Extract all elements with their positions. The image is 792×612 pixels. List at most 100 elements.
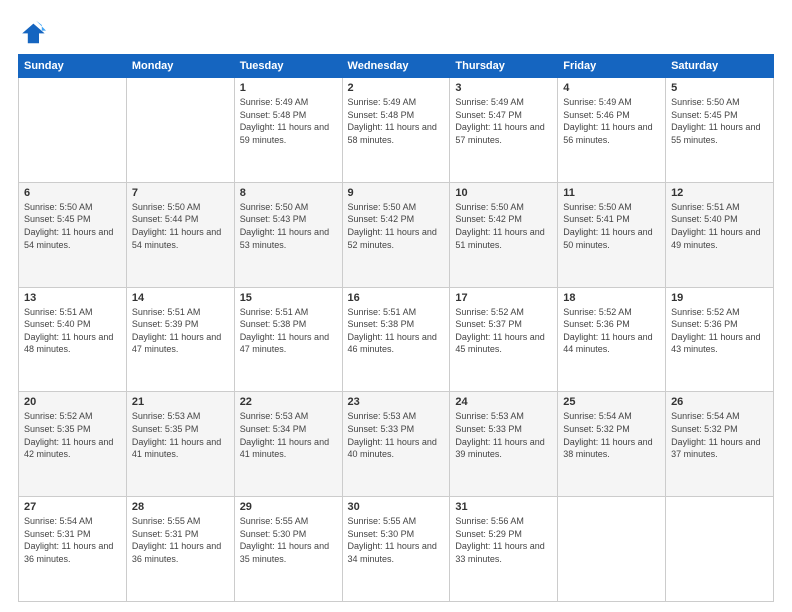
week-row-5: 27 Sunrise: 5:54 AM Sunset: 5:31 PM Dayl…	[19, 497, 774, 602]
day-info: Sunrise: 5:50 AM Sunset: 5:41 PM Dayligh…	[563, 201, 660, 251]
day-info: Sunrise: 5:51 AM Sunset: 5:40 PM Dayligh…	[671, 201, 768, 251]
header	[18, 18, 774, 46]
calendar-cell: 3 Sunrise: 5:49 AM Sunset: 5:47 PM Dayli…	[450, 78, 558, 183]
day-number: 18	[563, 292, 660, 304]
day-number: 16	[348, 292, 445, 304]
calendar-cell: 11 Sunrise: 5:50 AM Sunset: 5:41 PM Dayl…	[558, 182, 666, 287]
calendar-cell	[558, 497, 666, 602]
day-info: Sunrise: 5:49 AM Sunset: 5:46 PM Dayligh…	[563, 96, 660, 146]
calendar-cell: 16 Sunrise: 5:51 AM Sunset: 5:38 PM Dayl…	[342, 287, 450, 392]
week-row-4: 20 Sunrise: 5:52 AM Sunset: 5:35 PM Dayl…	[19, 392, 774, 497]
calendar-cell: 28 Sunrise: 5:55 AM Sunset: 5:31 PM Dayl…	[126, 497, 234, 602]
weekday-header-tuesday: Tuesday	[234, 55, 342, 78]
day-number: 8	[240, 187, 337, 199]
day-info: Sunrise: 5:52 AM Sunset: 5:37 PM Dayligh…	[455, 306, 552, 356]
day-number: 11	[563, 187, 660, 199]
day-info: Sunrise: 5:50 AM Sunset: 5:44 PM Dayligh…	[132, 201, 229, 251]
day-info: Sunrise: 5:51 AM Sunset: 5:38 PM Dayligh…	[240, 306, 337, 356]
calendar-cell	[666, 497, 774, 602]
calendar-cell: 18 Sunrise: 5:52 AM Sunset: 5:36 PM Dayl…	[558, 287, 666, 392]
logo	[18, 18, 50, 46]
weekday-header-row: SundayMondayTuesdayWednesdayThursdayFrid…	[19, 55, 774, 78]
day-info: Sunrise: 5:49 AM Sunset: 5:48 PM Dayligh…	[348, 96, 445, 146]
day-number: 14	[132, 292, 229, 304]
day-info: Sunrise: 5:51 AM Sunset: 5:39 PM Dayligh…	[132, 306, 229, 356]
week-row-1: 1 Sunrise: 5:49 AM Sunset: 5:48 PM Dayli…	[19, 78, 774, 183]
day-number: 9	[348, 187, 445, 199]
day-info: Sunrise: 5:54 AM Sunset: 5:31 PM Dayligh…	[24, 515, 121, 565]
day-info: Sunrise: 5:50 AM Sunset: 5:45 PM Dayligh…	[24, 201, 121, 251]
day-number: 28	[132, 501, 229, 513]
calendar-cell	[19, 78, 127, 183]
day-info: Sunrise: 5:52 AM Sunset: 5:36 PM Dayligh…	[671, 306, 768, 356]
calendar-cell: 17 Sunrise: 5:52 AM Sunset: 5:37 PM Dayl…	[450, 287, 558, 392]
day-number: 30	[348, 501, 445, 513]
calendar-cell: 20 Sunrise: 5:52 AM Sunset: 5:35 PM Dayl…	[19, 392, 127, 497]
day-info: Sunrise: 5:51 AM Sunset: 5:40 PM Dayligh…	[24, 306, 121, 356]
calendar-cell: 8 Sunrise: 5:50 AM Sunset: 5:43 PM Dayli…	[234, 182, 342, 287]
calendar-cell: 31 Sunrise: 5:56 AM Sunset: 5:29 PM Dayl…	[450, 497, 558, 602]
calendar-table: SundayMondayTuesdayWednesdayThursdayFrid…	[18, 54, 774, 602]
calendar-cell: 10 Sunrise: 5:50 AM Sunset: 5:42 PM Dayl…	[450, 182, 558, 287]
calendar-cell: 14 Sunrise: 5:51 AM Sunset: 5:39 PM Dayl…	[126, 287, 234, 392]
weekday-header-wednesday: Wednesday	[342, 55, 450, 78]
day-number: 17	[455, 292, 552, 304]
day-number: 15	[240, 292, 337, 304]
weekday-header-friday: Friday	[558, 55, 666, 78]
day-info: Sunrise: 5:50 AM Sunset: 5:45 PM Dayligh…	[671, 96, 768, 146]
day-number: 23	[348, 396, 445, 408]
day-info: Sunrise: 5:55 AM Sunset: 5:30 PM Dayligh…	[348, 515, 445, 565]
day-info: Sunrise: 5:52 AM Sunset: 5:36 PM Dayligh…	[563, 306, 660, 356]
calendar-cell: 13 Sunrise: 5:51 AM Sunset: 5:40 PM Dayl…	[19, 287, 127, 392]
day-number: 5	[671, 82, 768, 94]
day-info: Sunrise: 5:52 AM Sunset: 5:35 PM Dayligh…	[24, 410, 121, 460]
calendar-cell: 4 Sunrise: 5:49 AM Sunset: 5:46 PM Dayli…	[558, 78, 666, 183]
calendar-cell: 24 Sunrise: 5:53 AM Sunset: 5:33 PM Dayl…	[450, 392, 558, 497]
calendar-cell: 29 Sunrise: 5:55 AM Sunset: 5:30 PM Dayl…	[234, 497, 342, 602]
day-number: 13	[24, 292, 121, 304]
calendar-cell: 22 Sunrise: 5:53 AM Sunset: 5:34 PM Dayl…	[234, 392, 342, 497]
day-info: Sunrise: 5:50 AM Sunset: 5:42 PM Dayligh…	[348, 201, 445, 251]
weekday-header-sunday: Sunday	[19, 55, 127, 78]
calendar-cell: 9 Sunrise: 5:50 AM Sunset: 5:42 PM Dayli…	[342, 182, 450, 287]
day-info: Sunrise: 5:53 AM Sunset: 5:33 PM Dayligh…	[455, 410, 552, 460]
day-info: Sunrise: 5:54 AM Sunset: 5:32 PM Dayligh…	[671, 410, 768, 460]
logo-icon	[18, 18, 46, 46]
weekday-header-saturday: Saturday	[666, 55, 774, 78]
day-number: 26	[671, 396, 768, 408]
calendar-cell: 23 Sunrise: 5:53 AM Sunset: 5:33 PM Dayl…	[342, 392, 450, 497]
day-info: Sunrise: 5:50 AM Sunset: 5:42 PM Dayligh…	[455, 201, 552, 251]
day-number: 24	[455, 396, 552, 408]
weekday-header-monday: Monday	[126, 55, 234, 78]
calendar-cell: 27 Sunrise: 5:54 AM Sunset: 5:31 PM Dayl…	[19, 497, 127, 602]
calendar-cell: 21 Sunrise: 5:53 AM Sunset: 5:35 PM Dayl…	[126, 392, 234, 497]
day-number: 19	[671, 292, 768, 304]
calendar-cell: 26 Sunrise: 5:54 AM Sunset: 5:32 PM Dayl…	[666, 392, 774, 497]
day-info: Sunrise: 5:51 AM Sunset: 5:38 PM Dayligh…	[348, 306, 445, 356]
day-number: 4	[563, 82, 660, 94]
day-info: Sunrise: 5:53 AM Sunset: 5:35 PM Dayligh…	[132, 410, 229, 460]
calendar-cell: 15 Sunrise: 5:51 AM Sunset: 5:38 PM Dayl…	[234, 287, 342, 392]
day-number: 6	[24, 187, 121, 199]
day-number: 2	[348, 82, 445, 94]
calendar-cell: 5 Sunrise: 5:50 AM Sunset: 5:45 PM Dayli…	[666, 78, 774, 183]
day-info: Sunrise: 5:50 AM Sunset: 5:43 PM Dayligh…	[240, 201, 337, 251]
calendar-cell: 25 Sunrise: 5:54 AM Sunset: 5:32 PM Dayl…	[558, 392, 666, 497]
day-info: Sunrise: 5:53 AM Sunset: 5:33 PM Dayligh…	[348, 410, 445, 460]
calendar-cell: 6 Sunrise: 5:50 AM Sunset: 5:45 PM Dayli…	[19, 182, 127, 287]
day-info: Sunrise: 5:54 AM Sunset: 5:32 PM Dayligh…	[563, 410, 660, 460]
day-info: Sunrise: 5:49 AM Sunset: 5:47 PM Dayligh…	[455, 96, 552, 146]
calendar-cell: 1 Sunrise: 5:49 AM Sunset: 5:48 PM Dayli…	[234, 78, 342, 183]
calendar-cell	[126, 78, 234, 183]
calendar-cell: 19 Sunrise: 5:52 AM Sunset: 5:36 PM Dayl…	[666, 287, 774, 392]
day-info: Sunrise: 5:56 AM Sunset: 5:29 PM Dayligh…	[455, 515, 552, 565]
day-info: Sunrise: 5:55 AM Sunset: 5:31 PM Dayligh…	[132, 515, 229, 565]
calendar-cell: 2 Sunrise: 5:49 AM Sunset: 5:48 PM Dayli…	[342, 78, 450, 183]
day-number: 29	[240, 501, 337, 513]
day-number: 27	[24, 501, 121, 513]
weekday-header-thursday: Thursday	[450, 55, 558, 78]
day-number: 7	[132, 187, 229, 199]
day-number: 21	[132, 396, 229, 408]
day-number: 1	[240, 82, 337, 94]
week-row-2: 6 Sunrise: 5:50 AM Sunset: 5:45 PM Dayli…	[19, 182, 774, 287]
